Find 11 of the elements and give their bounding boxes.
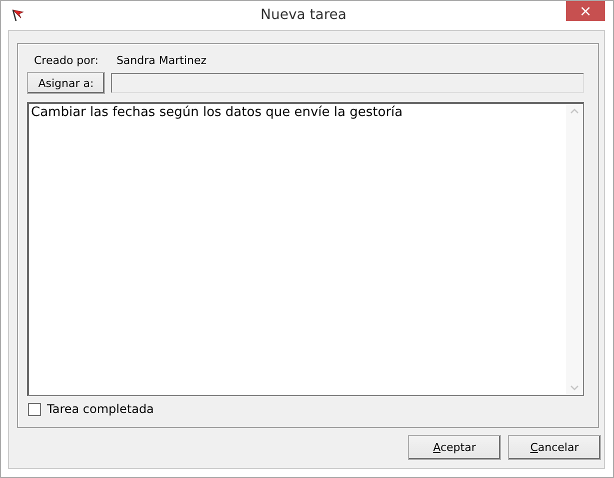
checkbox[interactable] <box>28 402 41 416</box>
close-button[interactable]: × <box>566 0 605 20</box>
flag-icon <box>11 8 25 22</box>
cancel-button[interactable]: Cancelar <box>508 435 601 460</box>
assignee-field[interactable] <box>111 73 584 93</box>
checkbox-label: Tarea completada <box>47 402 154 416</box>
created-by-value: Sandra Martinez <box>116 54 207 68</box>
assign-button[interactable]: Asignar a: <box>27 72 105 94</box>
window-title: Nueva tarea <box>260 6 346 22</box>
ok-button[interactable]: Aceptar <box>408 435 501 460</box>
created-by-label: Creado por: <box>34 54 98 68</box>
